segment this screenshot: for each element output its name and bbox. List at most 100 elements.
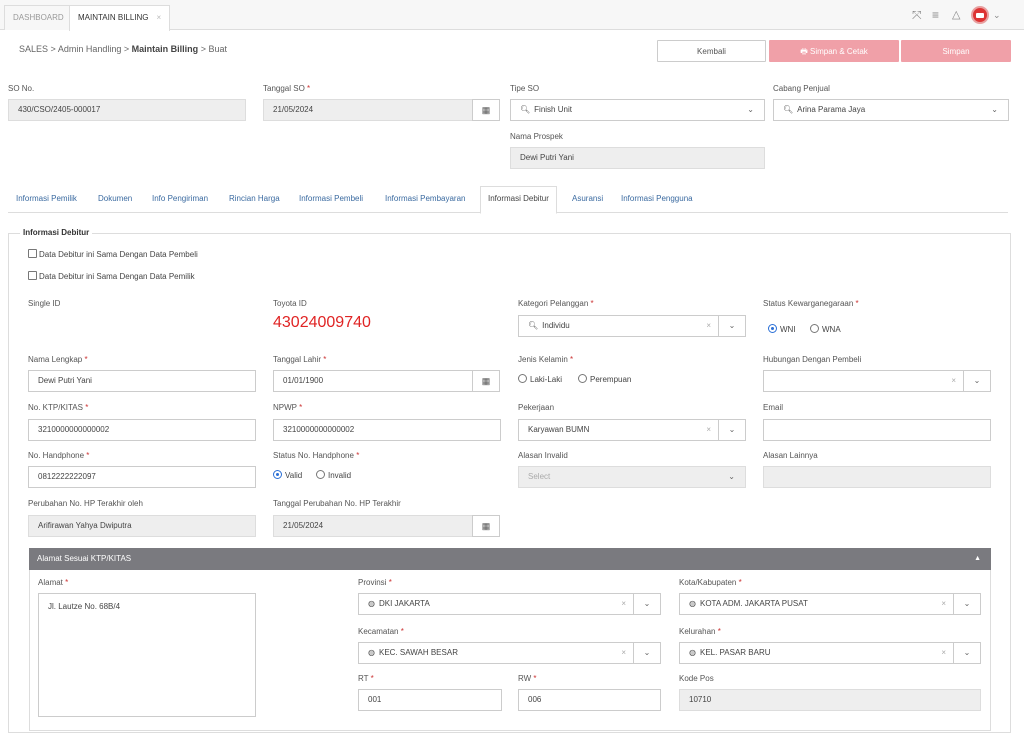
clear-icon[interactable]: × xyxy=(706,420,711,440)
tab-info-pengiriman[interactable]: Info Pengiriman xyxy=(152,194,208,203)
tgl-lahir-field[interactable]: 01/01/1900 xyxy=(273,370,473,392)
alasan-invalid-select[interactable]: Select ⌄ xyxy=(518,466,746,488)
tab-dashboard[interactable]: DASHBOARD xyxy=(4,5,73,30)
clear-icon[interactable]: × xyxy=(706,316,711,336)
alamat-panel-header[interactable]: Alamat Sesuai KTP/KITAS ▲ xyxy=(29,548,991,570)
tab-asuransi[interactable]: Asuransi xyxy=(572,194,603,203)
breadcrumb-current: Buat xyxy=(208,44,227,54)
pekerjaan-select[interactable]: Karyawan BUMN × ⌄ xyxy=(518,419,746,441)
wna-radio[interactable]: WNA xyxy=(810,324,841,334)
back-button[interactable]: Kembali xyxy=(657,40,766,62)
wni-radio[interactable]: WNI xyxy=(768,324,796,334)
fullscreen-icon[interactable]: ⤧ xyxy=(912,7,922,23)
email-field[interactable] xyxy=(763,419,991,441)
chevron-down-icon: ⌄ xyxy=(747,105,754,114)
calendar-icon[interactable]: ▦ xyxy=(472,370,500,392)
kelurahan-label: Kelurahan * xyxy=(679,627,721,636)
globe-icon: ◍ xyxy=(368,599,375,608)
pekerjaan-label: Pekerjaan xyxy=(518,403,555,412)
tab-informasi-debitur[interactable]: Informasi Debitur xyxy=(480,186,557,214)
alamat-textarea[interactable]: Jl. Lautze No. 68B/4 xyxy=(38,593,256,717)
kota-label: Kota/Kabupaten * xyxy=(679,578,742,587)
kategori-select[interactable]: 🔍︎ Individu × ⌄ xyxy=(518,315,746,337)
calendar-icon[interactable]: ▦ xyxy=(472,99,500,121)
clear-icon[interactable]: × xyxy=(621,594,626,614)
clear-icon[interactable]: × xyxy=(951,371,956,391)
tab-dokumen[interactable]: Dokumen xyxy=(98,194,132,203)
tanggal-so-field: 21/05/2024 xyxy=(263,99,473,121)
tab-informasi-pembeli[interactable]: Informasi Pembeli xyxy=(299,194,363,203)
tab-informasi-pengguna[interactable]: Informasi Pengguna xyxy=(621,194,693,203)
nama-prospek-label: Nama Prospek xyxy=(510,132,563,141)
npwp-field[interactable]: 3210000000000002 xyxy=(273,419,501,441)
rt-label: RT * xyxy=(358,674,374,683)
chevron-down-icon[interactable]: ⌄ xyxy=(953,594,980,614)
chevron-down-icon[interactable]: ⌄ xyxy=(633,643,660,663)
provinsi-select[interactable]: ◍ DKI JAKARTA × ⌄ xyxy=(358,593,661,615)
tab-maintain-billing[interactable]: MAINTAIN BILLING × xyxy=(69,5,171,31)
close-tab-icon[interactable]: × xyxy=(157,13,162,22)
kelurahan-select[interactable]: ◍ KEL. PASAR BARU × ⌄ xyxy=(679,642,981,664)
search-icon: 🔍︎ xyxy=(783,105,794,114)
hubungan-select[interactable]: × ⌄ xyxy=(763,370,991,392)
email-label: Email xyxy=(763,403,784,412)
chevron-down-icon[interactable]: ⌄ xyxy=(963,371,990,391)
save-print-button[interactable]: 🖶 Simpan & Cetak xyxy=(769,40,899,62)
chevron-down-icon[interactable]: ⌄ xyxy=(993,7,1001,23)
nama-label: Nama Lengkap * xyxy=(28,355,88,364)
chevron-down-icon[interactable]: ⌄ xyxy=(718,420,745,440)
ktp-field[interactable]: 3210000000000002 xyxy=(28,419,256,441)
status-hp-label: Status No. Handphone * xyxy=(273,451,360,460)
hp-field[interactable]: 0812222222097 xyxy=(28,466,256,488)
so-no-label: SO No. xyxy=(8,84,35,93)
search-icon: 🔍︎ xyxy=(528,321,539,330)
tipe-so-select[interactable]: 🔍︎ Finish Unit ⌄ xyxy=(510,99,765,121)
globe-icon: ◍ xyxy=(689,599,696,608)
clear-icon[interactable]: × xyxy=(941,643,946,663)
kode-pos-label: Kode Pos xyxy=(679,674,714,683)
ktp-label: No. KTP/KITAS * xyxy=(28,403,89,412)
menu-icon[interactable]: ≡ xyxy=(932,7,939,23)
globe-icon: ◍ xyxy=(689,648,696,657)
rw-field[interactable]: 006 xyxy=(518,689,661,711)
chevron-down-icon[interactable]: ⌄ xyxy=(953,643,980,663)
calendar-icon[interactable]: ▦ xyxy=(472,515,500,537)
avatar[interactable] xyxy=(971,6,989,24)
valid-radio[interactable]: Valid xyxy=(273,470,302,480)
tanggal-so-label: Tanggal SO * xyxy=(263,84,311,93)
tab-rincian-harga[interactable]: Rincian Harga xyxy=(229,194,280,203)
laki-laki-radio[interactable]: Laki-Laki xyxy=(518,374,562,384)
breadcrumb-admin[interactable]: Admin Handling xyxy=(58,44,122,54)
breadcrumb-maintain[interactable]: Maintain Billing xyxy=(132,44,199,54)
bell-icon[interactable]: △ xyxy=(952,7,960,23)
kecamatan-select[interactable]: ◍ KEC. SAWAH BESAR × ⌄ xyxy=(358,642,661,664)
cabang-select[interactable]: 🔍︎ Arina Parama Jaya ⌄ xyxy=(773,99,1009,121)
same-as-pembeli-checkbox[interactable]: Data Debitur ini Sama Dengan Data Pembel… xyxy=(28,249,198,259)
kode-pos-field: 10710 xyxy=(679,689,981,711)
tipe-so-label: Tipe SO xyxy=(510,84,540,93)
rt-field[interactable]: 001 xyxy=(358,689,502,711)
perempuan-radio[interactable]: Perempuan xyxy=(578,374,631,384)
save-button[interactable]: Simpan xyxy=(901,40,1011,62)
clear-icon[interactable]: × xyxy=(941,594,946,614)
rw-label: RW * xyxy=(518,674,537,683)
invalid-radio[interactable]: Invalid xyxy=(316,470,351,480)
tgl-perubahan-field: 21/05/2024 xyxy=(273,515,473,537)
collapse-icon[interactable]: ▲ xyxy=(974,548,981,570)
chevron-down-icon[interactable]: ⌄ xyxy=(633,594,660,614)
same-as-pemilik-checkbox[interactable]: Data Debitur ini Sama Dengan Data Pemili… xyxy=(28,271,195,281)
printer-icon: 🖶 xyxy=(800,47,810,56)
breadcrumb-sales[interactable]: SALES xyxy=(19,44,48,54)
clear-icon[interactable]: × xyxy=(621,643,626,663)
tab-informasi-pemilik[interactable]: Informasi Pemilik xyxy=(16,194,77,203)
toyota-id-value: 43024009740 xyxy=(273,314,371,331)
globe-icon: ◍ xyxy=(368,648,375,657)
tgl-perubahan-label: Tanggal Perubahan No. HP Terakhir xyxy=(273,499,401,508)
single-id-label: Single ID xyxy=(28,299,61,308)
toyota-id-label: Toyota ID xyxy=(273,299,307,308)
alamat-label: Alamat * xyxy=(38,578,69,587)
tab-informasi-pembayaran[interactable]: Informasi Pembayaran xyxy=(385,194,465,203)
kota-select[interactable]: ◍ KOTA ADM. JAKARTA PUSAT × ⌄ xyxy=(679,593,981,615)
nama-field[interactable]: Dewi Putri Yani xyxy=(28,370,256,392)
chevron-down-icon[interactable]: ⌄ xyxy=(718,316,745,336)
